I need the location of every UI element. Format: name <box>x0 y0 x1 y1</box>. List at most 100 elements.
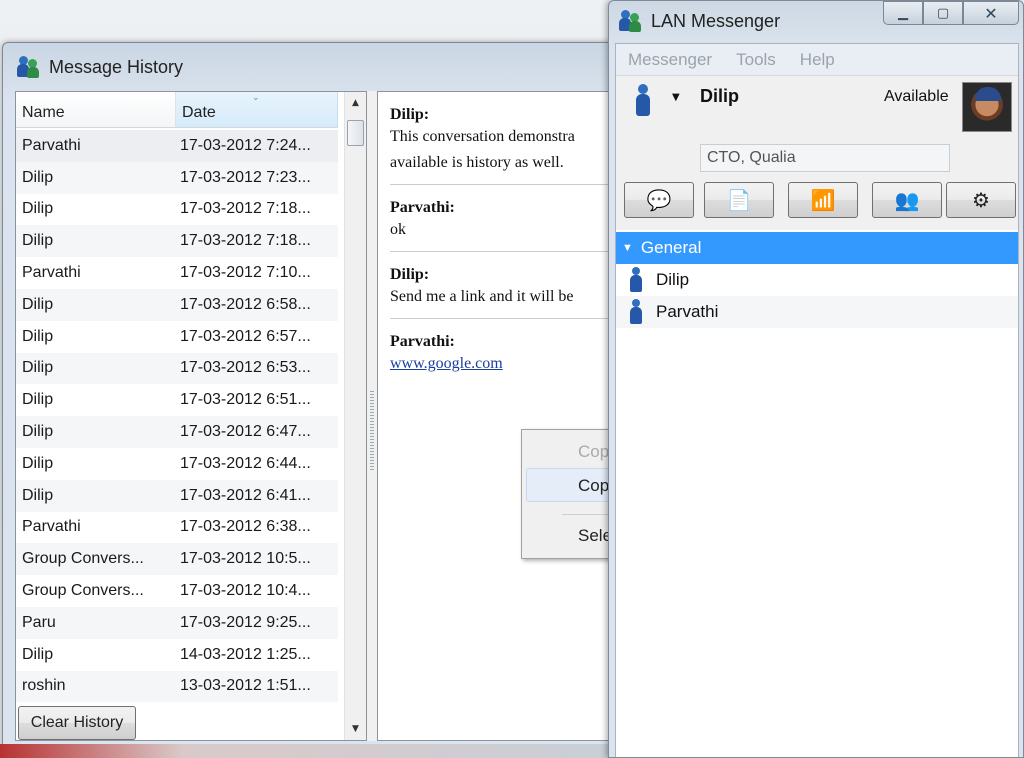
row-date: 17-03-2012 6:41... <box>180 486 311 504</box>
row-name: Parvathi <box>22 518 81 536</box>
row-date: 17-03-2012 6:47... <box>180 423 311 441</box>
lan-messenger-window: LAN Messenger ▁ ▢ ✕ Messenger Tools Help… <box>608 0 1024 758</box>
chat-icon[interactable]: 💬 <box>624 182 694 218</box>
conversation-list: Name ⌄ Date Parvathi 17-03-2012 7:24... D… <box>15 91 367 741</box>
row-name: Dilip <box>22 295 54 313</box>
table-row[interactable]: Dilip 17-03-2012 7:23... <box>16 161 338 194</box>
contact-item[interactable]: Parvathi <box>616 296 1018 328</box>
user-name: Dilip <box>700 86 739 106</box>
column-header-name[interactable]: Name <box>16 92 176 127</box>
history-body: Name ⌄ Date Parvathi 17-03-2012 7:24... D… <box>15 91 637 741</box>
lan-messenger-icon <box>619 10 641 32</box>
table-row[interactable]: Parvathi 17-03-2012 6:38... <box>16 512 338 544</box>
menu-item-select-all[interactable]: Sele <box>578 526 612 546</box>
profile-panel: ▼ Dilip Available CTO, Qualia <box>616 76 1018 172</box>
avatar[interactable] <box>962 82 1012 132</box>
row-date: 17-03-2012 7:24... <box>180 136 311 154</box>
row-name: Dilip <box>22 359 54 377</box>
contact-status-icon <box>630 299 642 325</box>
menu-messenger[interactable]: Messenger <box>616 50 724 70</box>
row-date: 17-03-2012 6:44... <box>180 454 311 472</box>
row-name: Dilip <box>22 232 54 250</box>
user-status: Available <box>884 88 949 105</box>
column-header-date[interactable]: ⌄ Date <box>176 92 338 127</box>
maximize-icon[interactable]: ▢ <box>923 1 963 25</box>
message-divider <box>390 318 636 319</box>
row-date: 17-03-2012 6:38... <box>180 518 311 536</box>
table-row[interactable]: Parvathi 17-03-2012 7:24... <box>16 130 338 162</box>
table-row[interactable]: Paru 17-03-2012 9:25... <box>16 606 338 639</box>
table-row[interactable]: Dilip 17-03-2012 6:41... <box>16 479 338 512</box>
row-date: 14-03-2012 1:25... <box>180 645 311 663</box>
table-row[interactable]: Dilip 17-03-2012 6:58... <box>16 288 338 321</box>
toolbar: 💬 📄 📶 👥 ⚙ <box>616 174 1018 230</box>
table-row[interactable]: Group Convers... 17-03-2012 10:4... <box>16 575 338 607</box>
row-name: Dilip <box>22 168 54 186</box>
status-icon[interactable] <box>636 84 650 118</box>
broadcast-icon[interactable]: 📶 <box>788 182 858 218</box>
settings-icon[interactable]: ⚙ <box>946 182 1016 218</box>
row-date: 17-03-2012 10:4... <box>180 582 311 600</box>
row-name: Dilip <box>22 327 54 345</box>
row-date: 17-03-2012 10:5... <box>180 550 311 568</box>
table-row[interactable]: roshin 13-03-2012 1:51... <box>16 670 338 703</box>
menu-bar: Messenger Tools Help <box>616 44 1018 76</box>
table-row[interactable]: Dilip 17-03-2012 6:47... <box>16 416 338 448</box>
message-divider <box>390 184 636 185</box>
message-text: This conversation demonstra <box>390 128 575 145</box>
list-scrollbar[interactable]: ▲ ▼ <box>344 92 366 740</box>
window-title: Message History <box>49 56 184 77</box>
lan-messenger-icon <box>17 56 39 78</box>
row-name: roshin <box>22 677 66 695</box>
row-name: Dilip <box>22 423 54 441</box>
row-name: Parvathi <box>22 264 81 282</box>
table-row[interactable]: Dilip 17-03-2012 7:18... <box>16 194 338 226</box>
status-dropdown-icon[interactable]: ▼ <box>672 92 680 103</box>
table-row[interactable]: Group Convers... 17-03-2012 10:5... <box>16 543 338 576</box>
lan-body: Messenger Tools Help ▼ Dilip Available C… <box>615 43 1019 757</box>
scroll-up-icon[interactable]: ▲ <box>345 92 366 114</box>
history-titlebar[interactable]: Message History <box>3 43 641 91</box>
group-header-general[interactable]: ▼ General <box>616 232 1018 264</box>
user-note-field[interactable]: CTO, Qualia <box>700 144 950 172</box>
column-header-date-label: Date <box>182 104 216 121</box>
message-link[interactable]: www.google.com <box>390 355 503 372</box>
row-date: 17-03-2012 9:25... <box>180 613 311 631</box>
table-row[interactable]: Dilip 14-03-2012 1:25... <box>16 639 338 671</box>
row-date: 17-03-2012 6:51... <box>180 391 311 409</box>
menu-item-copy-link[interactable]: Cop <box>578 476 609 496</box>
sort-arrow-icon: ⌄ <box>252 92 260 102</box>
close-icon[interactable]: ✕ <box>963 1 1019 25</box>
file-transfer-icon[interactable]: 📄 <box>704 182 774 218</box>
pane-splitter[interactable] <box>367 91 377 741</box>
row-name: Dilip <box>22 391 54 409</box>
scroll-thumb[interactable] <box>347 120 364 146</box>
contact-item[interactable]: Dilip <box>616 264 1018 296</box>
clear-history-button[interactable]: Clear History <box>18 706 136 740</box>
row-date: 17-03-2012 6:53... <box>180 359 311 377</box>
row-name: Dilip <box>22 200 54 218</box>
splitter-grip <box>370 391 374 471</box>
table-row[interactable]: Dilip 17-03-2012 7:18... <box>16 225 338 258</box>
menu-tools[interactable]: Tools <box>724 50 788 70</box>
row-date: 17-03-2012 7:18... <box>180 232 311 250</box>
menu-help[interactable]: Help <box>788 50 847 70</box>
table-row[interactable]: Dilip 17-03-2012 6:51... <box>16 384 338 416</box>
message-divider <box>390 251 636 252</box>
table-row[interactable]: Dilip 17-03-2012 6:57... <box>16 321 338 353</box>
message: Parvathi: ok <box>378 199 636 252</box>
add-contact-icon[interactable]: 👥 <box>872 182 942 218</box>
list-header: Name ⌄ Date <box>16 92 338 128</box>
message: Dilip: This conversation demonstra avail… <box>378 106 636 185</box>
table-row[interactable]: Parvathi 17-03-2012 7:10... <box>16 257 338 289</box>
table-row[interactable]: Dilip 17-03-2012 6:53... <box>16 352 338 385</box>
expand-icon: ▼ <box>622 242 633 254</box>
row-date: 17-03-2012 6:58... <box>180 295 311 313</box>
minimize-icon[interactable]: ▁ <box>883 1 923 25</box>
table-row[interactable]: Dilip 17-03-2012 6:44... <box>16 448 338 480</box>
scroll-down-icon[interactable]: ▼ <box>345 718 366 740</box>
row-name: Parvathi <box>22 136 81 154</box>
menu-item-copy-disabled: Cop <box>578 442 610 461</box>
row-date: 17-03-2012 7:10... <box>180 264 311 282</box>
message-sender: Dilip: <box>390 266 430 283</box>
